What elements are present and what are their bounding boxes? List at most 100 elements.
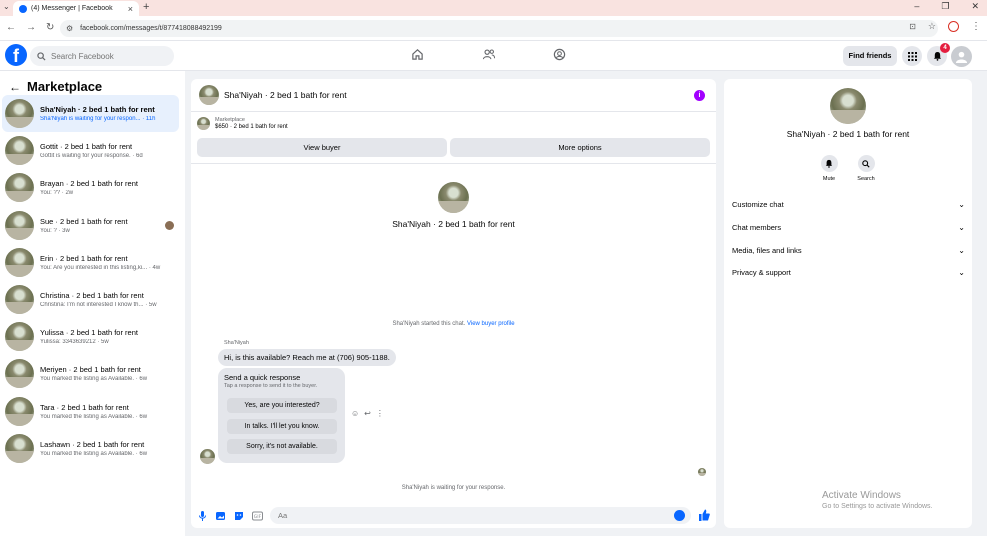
watermark-title: Activate Windows	[822, 490, 901, 501]
svg-text:GIF: GIF	[254, 514, 262, 520]
reload-icon[interactable]: ↻	[46, 22, 54, 33]
url-text: facebook.com/messages/t/877418088492199	[80, 25, 222, 32]
facebook-search[interactable]	[30, 46, 174, 66]
chevron-down-icon: ⌄	[958, 245, 965, 255]
find-friends-button[interactable]: Find friends	[843, 46, 897, 66]
avatar[interactable]	[830, 88, 866, 124]
chevron-down-icon: ⌄	[958, 267, 965, 277]
friends-icon[interactable]	[482, 48, 496, 61]
url-field[interactable]: ⚙ facebook.com/messages/t/87741808849219…	[60, 20, 938, 37]
avatar[interactable]	[199, 85, 219, 105]
avatar	[5, 136, 34, 166]
conversation-preview: You marked the listing as Available. · 6…	[40, 413, 148, 420]
address-bar: ← → ↻ ⚙ facebook.com/messages/t/87741808…	[0, 16, 987, 41]
sticker-icon[interactable]	[234, 511, 244, 521]
site-info-icon[interactable]: ⚙	[66, 24, 73, 33]
quick-response-option[interactable]: Sorry, it's not available.	[227, 439, 337, 454]
chat-intro: Sha'Niyah · 2 bed 1 bath for rent	[191, 182, 716, 229]
home-icon[interactable]	[411, 48, 424, 61]
conversation-item[interactable]: Sha'Niyah · 2 bed 1 bath for rent Sha'Niy…	[2, 95, 179, 133]
sender-avatar	[200, 449, 215, 464]
close-tab-icon[interactable]: ×	[128, 4, 133, 14]
customize-chat-section[interactable]: Customize chat ⌄	[732, 197, 965, 211]
avatar	[5, 247, 34, 277]
minimize-icon[interactable]: –	[914, 1, 919, 12]
facebook-logo-icon[interactable]: f	[5, 44, 27, 66]
tab-search-icon[interactable]: ⌄	[3, 2, 10, 11]
conversation-item[interactable]: Meriyen · 2 bed 1 bath for rent You marke…	[2, 355, 179, 392]
quick-response-option[interactable]: In talks. I'll let you know.	[227, 419, 337, 434]
conversation-item[interactable]: Brayan · 2 bed 1 bath for rent You: ?? · …	[2, 169, 179, 206]
conversation-info-icon[interactable]: i	[694, 90, 705, 101]
conversation-preview: Gottit is waiting for your response. · 6…	[40, 153, 143, 160]
avatar	[5, 322, 34, 352]
messenger-favicon-icon	[19, 4, 27, 13]
privacy-support-section[interactable]: Privacy & support ⌄	[732, 265, 965, 279]
browser-tab-strip: ⌄ (4) Messenger | Facebook × + – ❐ ✕	[0, 0, 987, 16]
notification-badge: 4	[940, 43, 950, 53]
conversation-item[interactable]: Gottit · 2 bed 1 bath for rent Gottit is …	[2, 132, 179, 169]
new-tab-icon[interactable]: +	[143, 1, 149, 13]
conversation-item[interactable]: Tara · 2 bed 1 bath for rent You marked t…	[2, 393, 179, 430]
chat-started-text: Sha'Niyah started this chat.	[392, 321, 466, 327]
chevron-down-icon: ⌄	[958, 199, 965, 209]
seen-avatar	[698, 468, 706, 476]
search-conversation-button[interactable]: Search	[851, 155, 881, 182]
conversation-name: Sue · 2 bed 1 bath for rent	[40, 216, 128, 226]
conversation-item[interactable]: Erin · 2 bed 1 bath for rent You: Are you…	[2, 244, 179, 281]
avatar	[5, 433, 34, 463]
more-icon[interactable]: ⋮	[376, 409, 384, 418]
message-bubble[interactable]: Hi, is this available? Reach me at (706)…	[218, 349, 396, 366]
conversation-item[interactable]: Christina · 2 bed 1 bath for rent Christi…	[2, 281, 179, 318]
conversation-preview: You: ? · 3w	[40, 227, 70, 234]
profile-icon[interactable]	[948, 21, 959, 32]
gif-icon[interactable]: GIF	[252, 511, 263, 521]
section-label: Chat members	[732, 222, 782, 232]
emoji-icon[interactable]	[674, 510, 685, 521]
media-files-links-section[interactable]: Media, files and links ⌄	[732, 243, 965, 257]
message-input-box[interactable]	[270, 507, 691, 524]
thumbs-up-icon[interactable]	[699, 509, 710, 521]
react-icon[interactable]: ☺	[351, 409, 359, 418]
chat-intro-name: Sha'Niyah · 2 bed 1 bath for rent	[392, 219, 515, 229]
close-window-icon[interactable]: ✕	[971, 1, 979, 12]
back-arrow-icon[interactable]: ←	[9, 80, 21, 94]
gallery-icon[interactable]	[216, 511, 226, 521]
bell-icon	[825, 159, 833, 168]
more-options-button[interactable]: More options	[450, 138, 710, 157]
mute-button[interactable]: Mute	[814, 155, 844, 182]
page-scrollbar[interactable]	[981, 71, 987, 536]
conversation-name: Tara · 2 bed 1 bath for rent	[40, 402, 129, 412]
conversation-name: Erin · 2 bed 1 bath for rent	[40, 253, 128, 263]
conversation-item[interactable]: Yulissa · 2 bed 1 bath for rent Yulissa: …	[2, 318, 179, 355]
forward-icon[interactable]: →	[26, 22, 36, 33]
conversation-preview: You: ?? · 2w	[40, 190, 74, 197]
conversation-preview: Yulissa: 3343639212 · 5w	[40, 339, 109, 346]
conversation-name: Meriyen · 2 bed 1 bath for rent	[40, 365, 141, 375]
conversation-item[interactable]: Lashawn · 2 bed 1 bath for rent You marke…	[2, 430, 179, 467]
message-input[interactable]	[278, 511, 658, 520]
reply-icon[interactable]: ↩	[364, 409, 371, 418]
microphone-icon[interactable]	[199, 511, 206, 521]
conversation-name: Gottit · 2 bed 1 bath for rent	[40, 142, 133, 152]
browser-menu-icon[interactable]: ⋮	[971, 21, 981, 32]
quick-response-option[interactable]: Yes, are you interested?	[227, 398, 337, 413]
view-buyer-profile-link[interactable]: View buyer profile	[467, 321, 515, 327]
groups-icon[interactable]	[553, 48, 566, 61]
avatar	[5, 359, 34, 389]
avatar	[5, 396, 34, 426]
conversation-preview: You marked the listing as Available. · 6…	[40, 376, 148, 383]
menu-grid-icon[interactable]	[902, 46, 922, 66]
browser-tab[interactable]: (4) Messenger | Facebook ×	[13, 1, 139, 16]
chat-title[interactable]: Sha'Niyah · 2 bed 1 bath for rent	[224, 90, 347, 100]
bookmark-star-icon[interactable]: ☆	[928, 21, 936, 32]
view-buyer-button[interactable]: View buyer	[197, 138, 447, 157]
restore-icon[interactable]: ❐	[941, 1, 949, 12]
conversation-name: Brayan · 2 bed 1 bath for rent	[40, 179, 138, 189]
account-avatar[interactable]	[951, 46, 972, 67]
conversation-item[interactable]: Sue · 2 bed 1 bath for rent You: ? · 3w	[2, 207, 179, 244]
install-app-icon[interactable]: ⊡	[909, 22, 916, 31]
back-icon[interactable]: ←	[6, 22, 16, 33]
search-input[interactable]	[51, 51, 161, 61]
chat-members-section[interactable]: Chat members ⌄	[732, 220, 965, 234]
